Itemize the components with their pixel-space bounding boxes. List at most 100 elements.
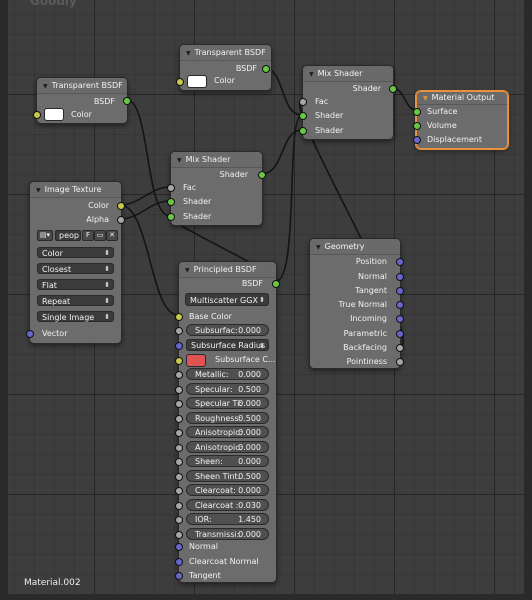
input-socket-shader-2[interactable] <box>299 127 307 135</box>
input-socket-subsurface-radius[interactable] <box>175 342 183 350</box>
input-socket-field[interactable] <box>175 530 183 539</box>
input-socket-surface[interactable] <box>413 108 421 116</box>
value-slider-field[interactable]: Anisotropic: 0.000 <box>186 440 269 453</box>
dropdown-interpolation[interactable]: Closest ⬍ <box>37 263 114 274</box>
input-socket-subsurface[interactable] <box>175 327 183 335</box>
value-slider-field[interactable]: Sheen: 0.000 <box>186 455 269 467</box>
output-socket-shader[interactable] <box>258 171 266 179</box>
node-header[interactable]: ▼ Mix Shader <box>171 152 262 168</box>
node-header[interactable]: ▼ Transparent BSDF <box>37 78 127 94</box>
collapse-arrow-icon[interactable]: ▼ <box>43 83 48 90</box>
node-header[interactable]: ▼ Material Output <box>417 92 507 105</box>
node-mix-shader-2[interactable]: ▼ Mix Shader Shader Fac Shader Shader <box>299 65 397 140</box>
input-socket-color[interactable] <box>176 78 184 86</box>
input-socket-subsurface-color[interactable] <box>175 357 183 365</box>
collapse-arrow-icon[interactable]: ▼ <box>186 50 191 57</box>
output-socket-parametric[interactable] <box>396 330 404 338</box>
input-socket-field[interactable] <box>175 400 183 408</box>
input-socket-shader-1[interactable] <box>167 198 175 206</box>
output-socket-bsdf[interactable] <box>262 65 270 73</box>
node-mix-shader-1[interactable]: ▼ Mix Shader Shader Fac Shader Shader <box>167 151 266 226</box>
node-editor-canvas[interactable]: Goodly ▼ Transparent BSDF BSDF Color ▼ Tra… <box>0 0 532 600</box>
input-socket-fac[interactable] <box>299 98 307 106</box>
fake-user-button[interactable]: F <box>82 230 94 241</box>
output-socket-true-normal[interactable] <box>396 301 404 309</box>
field-subsurface[interactable]: Subsurfac: 0.000 <box>186 324 269 336</box>
node-principled-bsdf[interactable]: ▼ Principled BSDF BSDF Multiscatter GGX ⬍ … <box>175 261 280 583</box>
collapse-arrow-icon[interactable]: ▼ <box>185 267 190 274</box>
collapse-arrow-icon[interactable]: ▼ <box>423 95 428 102</box>
input-socket-displacement[interactable] <box>413 136 421 144</box>
node-header[interactable]: ▼ Image Texture <box>30 182 121 198</box>
value-slider-field[interactable]: Specular: 0.500 <box>186 382 269 395</box>
collapse-arrow-icon[interactable]: ▼ <box>309 71 314 78</box>
input-socket-field[interactable] <box>175 472 183 481</box>
dropdown-source[interactable]: Single Image ⬍ <box>37 311 114 322</box>
dropdown-subsurface-radius[interactable]: Subsurface Radius ⬍ <box>186 339 269 351</box>
value-slider-field[interactable]: Anisotropic: 0.000 <box>186 426 269 438</box>
input-socket-shader-2[interactable] <box>167 213 175 221</box>
input-socket-field[interactable] <box>175 429 183 437</box>
node-transparent-bsdf-left[interactable]: ▼ Transparent BSDF BSDF Color <box>33 77 131 124</box>
input-socket-tangent[interactable] <box>175 572 183 580</box>
dropdown-color-space[interactable]: Color ⬍ <box>37 247 114 258</box>
value-slider-field[interactable]: Transmissi: 0.000 <box>186 527 269 540</box>
output-socket-shader[interactable] <box>389 85 397 93</box>
output-socket-position[interactable] <box>396 258 404 266</box>
value-slider-field[interactable]: Clearcoat: 0.000 <box>186 484 269 496</box>
output-socket-normal[interactable] <box>396 273 404 281</box>
unlink-image-close-icon[interactable]: ✕ <box>106 230 118 241</box>
value-slider-field[interactable]: Sheen Tint: 0.500 <box>186 469 269 482</box>
image-browse-icon[interactable]: ▤▾ <box>37 230 53 241</box>
node-transparent-bsdf-top[interactable]: ▼ Transparent BSDF BSDF Color <box>176 44 272 91</box>
dropdown-distribution[interactable]: Multiscatter GGX ⬍ <box>185 293 269 306</box>
node-geometry[interactable]: ▼ Geometry Position Normal Tangent True N… <box>309 238 404 369</box>
collapse-arrow-icon[interactable]: ▼ <box>316 244 321 251</box>
collapse-arrow-icon[interactable]: ▼ <box>36 187 41 194</box>
output-socket-alpha[interactable] <box>117 216 125 224</box>
input-socket-volume[interactable] <box>413 122 421 130</box>
output-socket-pointiness[interactable] <box>396 358 404 366</box>
input-socket-field[interactable] <box>175 458 183 466</box>
subsurface-color-swatch[interactable] <box>186 354 206 367</box>
input-socket-shader-1[interactable] <box>299 112 307 120</box>
input-socket-field[interactable] <box>175 443 183 452</box>
output-socket-bsdf[interactable] <box>272 280 280 288</box>
dropdown-extension[interactable]: Repeat ⬍ <box>37 295 114 306</box>
output-socket-incoming[interactable] <box>396 315 404 323</box>
color-swatch[interactable] <box>44 108 64 121</box>
dropdown-projection[interactable]: Flat ⬍ <box>37 279 114 290</box>
node-header[interactable]: ▼ Principled BSDF <box>179 262 276 278</box>
node-header[interactable]: ▼ Geometry <box>310 239 400 255</box>
color-swatch[interactable] <box>187 75 207 88</box>
input-socket-base-color[interactable] <box>175 313 183 321</box>
input-socket-normal[interactable] <box>175 543 183 551</box>
node-header[interactable]: ▼ Transparent BSDF <box>180 45 271 61</box>
input-socket-field[interactable] <box>175 414 183 423</box>
value-slider-field[interactable]: Specular Ti: 0.000 <box>186 397 269 409</box>
input-socket-field[interactable] <box>175 516 183 524</box>
field-value: 0.000 <box>238 486 261 495</box>
output-socket-bsdf[interactable] <box>123 97 131 105</box>
value-slider-field[interactable]: Roughness: 0.500 <box>186 411 269 424</box>
value-slider-field[interactable]: Metallic: 0.000 <box>186 368 269 380</box>
input-socket-color[interactable] <box>33 111 41 119</box>
input-socket-fac[interactable] <box>167 184 175 192</box>
output-socket-color[interactable] <box>117 202 125 210</box>
image-name-field[interactable]: peop <box>55 230 81 241</box>
input-socket-vector[interactable] <box>26 330 34 338</box>
output-socket-backfacing[interactable] <box>396 344 404 352</box>
input-socket-clearcoat-normal[interactable] <box>175 558 183 566</box>
output-socket-tangent[interactable] <box>396 287 404 295</box>
node-header[interactable]: ▼ Mix Shader <box>303 66 393 82</box>
collapse-arrow-icon[interactable]: ▼ <box>177 157 182 164</box>
open-image-folder-icon[interactable]: ▭ <box>94 230 106 241</box>
input-socket-field[interactable] <box>175 501 183 510</box>
input-socket-field[interactable] <box>175 487 183 495</box>
node-material-output[interactable]: ▼ Material Output Surface Volume Displace… <box>413 91 508 149</box>
value-slider-field[interactable]: IOR: 1.450 <box>186 513 269 525</box>
input-socket-field[interactable] <box>175 385 183 394</box>
value-slider-field[interactable]: Clearcoat :0.030 <box>186 498 269 511</box>
node-image-texture[interactable]: ▼ Image Texture Color Alpha ▤▾ peop F ▭ ✕… <box>26 181 125 344</box>
input-socket-field[interactable] <box>175 371 183 379</box>
